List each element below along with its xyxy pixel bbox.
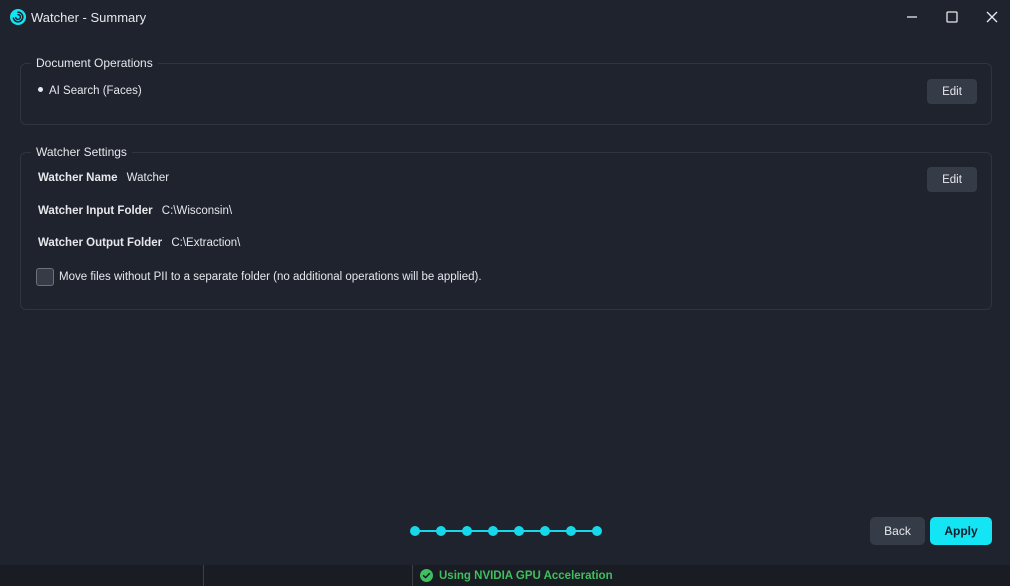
minimize-icon bbox=[907, 16, 917, 18]
minimize-button[interactable] bbox=[903, 8, 921, 26]
document-operations-group: Document Operations AI Search (Faces) Ed… bbox=[20, 56, 992, 125]
status-divider bbox=[203, 565, 204, 586]
maximize-button[interactable] bbox=[943, 8, 961, 26]
move-files-option: Move files without PII to a separate fol… bbox=[36, 268, 482, 286]
step-dot bbox=[436, 526, 446, 536]
swirl-logo-icon bbox=[10, 9, 26, 25]
close-button[interactable] bbox=[983, 8, 1001, 26]
gpu-status-text: Using NVIDIA GPU Acceleration bbox=[439, 569, 613, 582]
step-dot bbox=[566, 526, 576, 536]
watcher-settings-group: Watcher Settings Watcher Name Watcher Wa… bbox=[20, 145, 992, 310]
window-title: Watcher - Summary bbox=[31, 10, 147, 25]
bullet-icon bbox=[38, 87, 43, 92]
gpu-status: Using NVIDIA GPU Acceleration bbox=[420, 569, 613, 582]
close-icon bbox=[986, 11, 998, 23]
title-bar: Watcher - Summary bbox=[0, 0, 1010, 34]
check-circle-icon bbox=[420, 569, 433, 582]
edit-watcher-settings-button[interactable]: Edit bbox=[927, 167, 977, 192]
watcher-input-folder-value: C:\Wisconsin\ bbox=[161, 205, 233, 217]
watcher-name-label: Watcher Name bbox=[38, 172, 118, 184]
step-dot bbox=[540, 526, 550, 536]
operation-list-item: AI Search (Faces) bbox=[38, 85, 142, 97]
step-dot bbox=[514, 526, 524, 536]
document-operations-title: Document Operations bbox=[31, 56, 158, 70]
apply-button[interactable]: Apply bbox=[930, 517, 992, 545]
watcher-settings-title: Watcher Settings bbox=[31, 145, 132, 159]
step-dot bbox=[488, 526, 498, 536]
watcher-output-folder-value: C:\Extraction\ bbox=[171, 237, 241, 249]
step-dot bbox=[462, 526, 472, 536]
maximize-icon bbox=[946, 11, 958, 23]
status-bar: Using NVIDIA GPU Acceleration bbox=[0, 565, 1010, 586]
watcher-input-folder-label: Watcher Input Folder bbox=[38, 205, 153, 217]
edit-document-operations-button[interactable]: Edit bbox=[927, 79, 977, 104]
watcher-input-folder-row: Watcher Input Folder C:\Wisconsin\ bbox=[38, 205, 232, 217]
step-dot bbox=[410, 526, 420, 536]
status-divider bbox=[412, 565, 413, 586]
watcher-output-folder-label: Watcher Output Folder bbox=[38, 237, 163, 249]
watcher-output-folder-row: Watcher Output Folder C:\Extraction\ bbox=[38, 237, 240, 249]
back-button[interactable]: Back bbox=[870, 517, 925, 545]
step-dot bbox=[592, 526, 602, 536]
watcher-name-row: Watcher Name Watcher bbox=[38, 172, 169, 184]
move-files-label: Move files without PII to a separate fol… bbox=[59, 271, 482, 283]
watcher-summary-window: Watcher - Summary Document Operations AI… bbox=[0, 0, 1010, 586]
operation-label: AI Search (Faces) bbox=[49, 85, 142, 97]
move-files-checkbox[interactable] bbox=[36, 268, 54, 286]
step-progress-indicator bbox=[410, 526, 602, 536]
watcher-name-value: Watcher bbox=[126, 172, 170, 184]
